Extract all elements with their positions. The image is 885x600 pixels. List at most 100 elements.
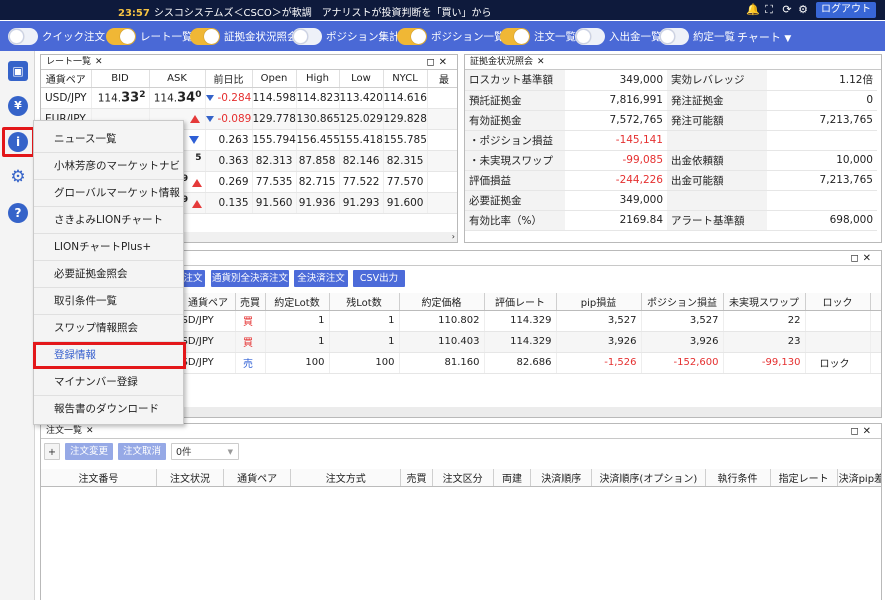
news-ticker[interactable]: 23:57 シスコシステムズ＜CSCO＞が軟調 アナリストが投資判断を「買い」から… (118, 4, 498, 19)
col-header[interactable]: High (296, 70, 340, 88)
col-header[interactable]: ポジション損益 (641, 293, 724, 311)
chart-menu-label: チャート (737, 31, 781, 44)
toggle-position-summary[interactable]: ポジション集計 (292, 28, 400, 45)
col-header[interactable]: 注文状況 (156, 469, 225, 487)
col-header[interactable]: 指定レート (770, 469, 838, 487)
menu-item-swap-info[interactable]: スワップ情報照会 (34, 315, 183, 342)
close-icon[interactable]: ✕ (537, 57, 545, 67)
gear-icon[interactable]: ⚙ (797, 3, 809, 16)
menu-item-global-market[interactable]: グローバルマーケット情報 (34, 180, 183, 207)
col-header[interactable]: 最 (427, 70, 457, 88)
open: 82.313 (252, 150, 297, 172)
toggle-switch[interactable] (292, 28, 322, 45)
menu-item-required-margin[interactable]: 必要証拠金照会 (34, 261, 183, 288)
col-header[interactable]: 通貨ペア (223, 469, 292, 487)
col-header[interactable]: 評価レート (484, 293, 557, 311)
toggle-deposit-list[interactable]: 入出金一覧 (575, 28, 662, 45)
yen-icon[interactable]: ¥ (8, 96, 28, 116)
toggle-switch[interactable] (575, 28, 605, 45)
toggle-switch[interactable] (106, 28, 136, 45)
col-header[interactable]: 売買 (400, 469, 433, 487)
menu-item-lion-chart[interactable]: さきよみLIONチャート (34, 207, 183, 234)
chevron-down-icon: ▼ (227, 448, 233, 456)
col-header[interactable]: 通貨ペア (181, 293, 236, 311)
refresh-icon[interactable]: ⟳ (781, 3, 793, 16)
close-by-currency-button[interactable]: 通貨別全決済注文 (211, 270, 289, 287)
top-bar: 23:57 シスコシステムズ＜CSCO＞が軟調 アナリストが投資判断を「買い」から… (0, 0, 885, 20)
window-controls[interactable]: ◻✕ (426, 55, 451, 70)
toggle-label: 注文一覧 (534, 31, 576, 43)
toggle-switch[interactable] (397, 28, 427, 45)
col-header[interactable]: 注文方式 (290, 469, 402, 487)
col-header[interactable]: 両建 (493, 469, 532, 487)
col-header[interactable]: ロック (805, 293, 871, 311)
col-header[interactable]: 売買 (235, 293, 266, 311)
menu-item-my-number[interactable]: マイナンバー登録 (34, 369, 183, 396)
up-arrow-icon (191, 199, 202, 208)
col-header[interactable]: BID (91, 70, 150, 88)
order-cancel-button[interactable]: 注文取消 (118, 443, 166, 460)
window-controls[interactable]: ◻✕ (850, 251, 875, 266)
col-header[interactable]: 残Lot数 (329, 293, 400, 311)
col-header[interactable]: 前日比 (205, 70, 253, 88)
col-header[interactable]: Low (339, 70, 384, 88)
high: 82.715 (296, 171, 340, 193)
order-change-button[interactable]: 注文変更 (65, 443, 113, 460)
menu-item-trading-conditions[interactable]: 取引条件一覧 (34, 288, 183, 315)
close-icon[interactable]: ✕ (86, 426, 94, 436)
col-header[interactable]: 通貨ペア (41, 70, 92, 88)
toggle-switch[interactable] (190, 28, 220, 45)
toggle-label: ポジション一覧 (431, 31, 505, 43)
save-icon[interactable]: ▣ (8, 61, 28, 81)
low: 82.146 (339, 150, 384, 172)
close-all-button[interactable]: 全決済注文 (294, 270, 348, 287)
csv-export-button[interactable]: CSV出力 (353, 270, 405, 287)
order-button[interactable]: 注文 (181, 270, 205, 287)
col-header[interactable]: 決済pip差 (837, 469, 881, 487)
fullscreen-icon[interactable]: ⛶ (763, 3, 775, 16)
col-header[interactable]: 執行条件 (705, 469, 771, 487)
margin-row: 有効証拠金 7,572,765 発注可能額 7,213,765 (465, 110, 877, 131)
toggle-margin-status[interactable]: 証拠金状況照会 (190, 28, 298, 45)
col-header[interactable]: 注文区分 (432, 469, 494, 487)
logout-button[interactable]: ログアウト (816, 2, 876, 18)
add-button[interactable]: + (44, 443, 60, 460)
window-controls[interactable]: ◻✕ (850, 424, 875, 439)
low: 155.418 (339, 129, 384, 151)
toggle-switch[interactable] (500, 28, 530, 45)
gear-icon[interactable]: ⚙ (8, 167, 28, 187)
toggle-order-list[interactable]: 注文一覧 (500, 28, 576, 45)
col-header[interactable] (870, 293, 881, 311)
open: 155.794 (252, 129, 297, 151)
col-header[interactable]: Open (252, 70, 297, 88)
col-header[interactable]: 決済順序(オプション) (591, 469, 706, 487)
menu-item-report-download[interactable]: 報告書のダウンロード (34, 396, 183, 423)
col-header[interactable]: 約定Lot数 (265, 293, 330, 311)
close-icon[interactable]: ✕ (95, 57, 103, 67)
toggle-execution-list[interactable]: 約定一覧 (659, 28, 735, 45)
toggle-switch[interactable] (8, 28, 38, 45)
col-header[interactable]: ASK (149, 70, 206, 88)
col-header[interactable]: 注文番号 (41, 469, 157, 487)
count-select[interactable]: 0件 ▼ (171, 443, 239, 460)
menu-item-market-navi[interactable]: 小林芳彦のマーケットナビ (34, 153, 183, 180)
down-triangle-icon (205, 94, 214, 101)
chart-menu[interactable]: チャート ▼ (737, 29, 791, 45)
ticker-time: 23:57 (118, 8, 150, 19)
menu-item-news[interactable]: ニュース一覧 (34, 126, 183, 153)
rate-row[interactable]: USD/JPY 114.332 114.340 -0.284 114.598 1… (41, 87, 457, 109)
toggle-rate-list[interactable]: レート一覧 (106, 28, 193, 45)
col-header[interactable]: 約定価格 (399, 293, 485, 311)
toggle-switch[interactable] (659, 28, 689, 45)
col-header[interactable]: NYCL (383, 70, 428, 88)
bid-price[interactable]: 114.332 (91, 87, 150, 109)
toggle-quick-order[interactable]: クイック注文 (8, 28, 105, 45)
col-header[interactable]: 決済順序 (530, 469, 593, 487)
help-icon[interactable]: ? (8, 203, 28, 223)
ask-price[interactable]: 114.340 (149, 87, 206, 109)
bell-icon[interactable]: 🔔 (746, 3, 760, 16)
col-header[interactable]: pip損益 (556, 293, 642, 311)
menu-item-lion-chart-plus[interactable]: LIONチャートPlus+ (34, 234, 183, 261)
toggle-position-list[interactable]: ポジション一覧 (397, 28, 505, 45)
col-header[interactable]: 未実現スワップ (723, 293, 806, 311)
